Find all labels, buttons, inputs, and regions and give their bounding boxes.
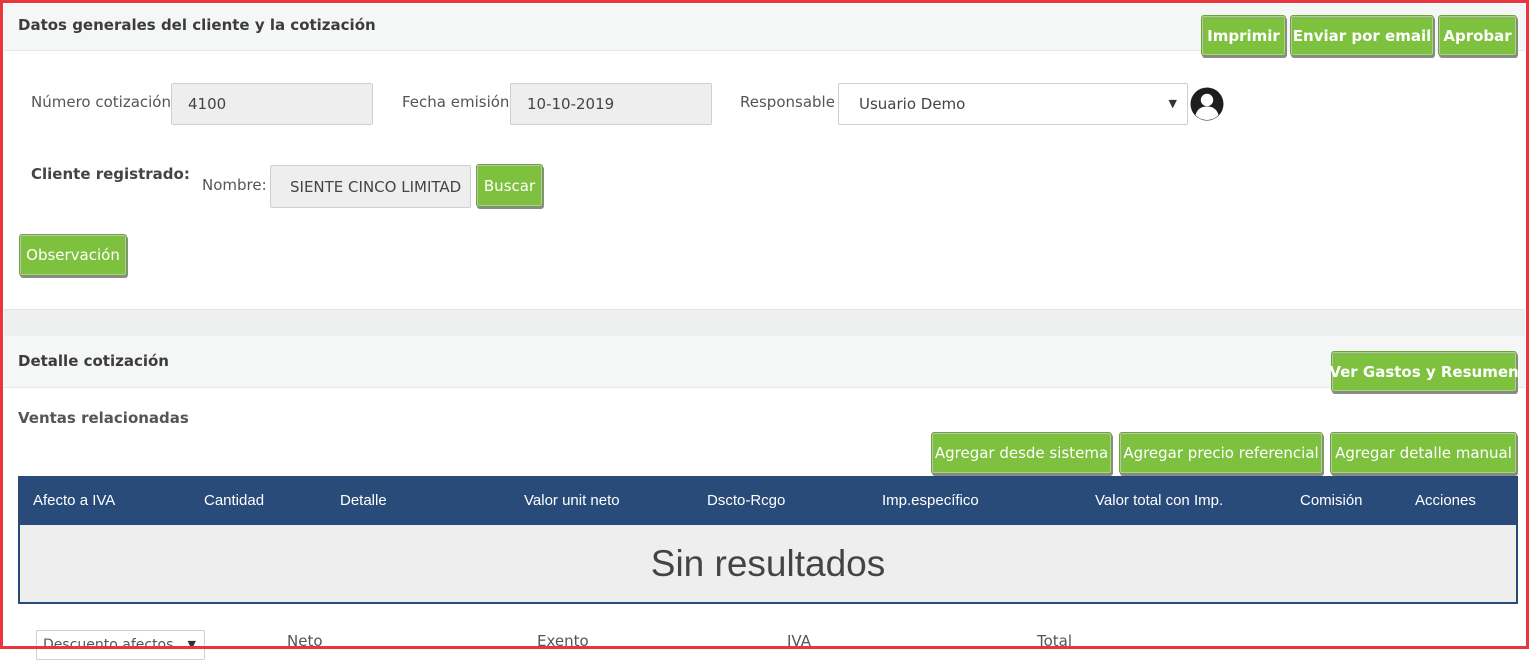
column-header: Valor total con Imp. (1095, 492, 1224, 509)
responsible-select-value: Usuario Demo (859, 95, 966, 113)
add-from-system-button[interactable]: Agregar desde sistema (931, 432, 1112, 474)
column-header: Valor unit neto (524, 492, 620, 509)
quote-number-label: Número cotización (31, 93, 171, 111)
column-header: Afecto a IVA (33, 492, 116, 509)
column-header: Comisión (1300, 492, 1363, 509)
detail-table-header: Afecto a IVA Cantidad Detalle Valor unit… (18, 476, 1518, 525)
discount-select-value: Descuento afectos (43, 637, 174, 653)
issue-date-label: Fecha emisión (402, 93, 510, 111)
column-header: Acciones (1415, 492, 1476, 509)
column-header: Detalle (340, 492, 387, 509)
section-separator (4, 309, 1525, 336)
iva-label: IVA (787, 632, 811, 650)
related-sales-title: Ventas relacionadas (18, 409, 189, 427)
registered-client-label: Cliente registrado: (31, 165, 190, 183)
detail-section-header (4, 336, 1525, 388)
dropdown-caret-icon: ▼ (1168, 97, 1177, 110)
total-label: Total (1037, 632, 1073, 650)
discount-select[interactable]: Descuento afectos ▼ (36, 630, 205, 660)
detail-section-title: Detalle cotización (18, 352, 169, 370)
client-name-label: Nombre: (202, 176, 267, 194)
observation-button[interactable]: Observación (19, 234, 127, 276)
add-reference-price-button[interactable]: Agregar precio referencial (1119, 432, 1323, 474)
responsible-select[interactable]: Usuario Demo ▼ (838, 83, 1188, 125)
column-header: Cantidad (204, 492, 265, 509)
print-button[interactable]: Imprimir (1201, 15, 1286, 56)
exento-label: Exento (537, 632, 589, 650)
quote-number-field[interactable]: 4100 (171, 83, 373, 125)
search-client-button[interactable]: Buscar (476, 164, 543, 207)
responsible-label: Responsable (740, 93, 835, 111)
issue-date-field[interactable]: 10-10-2019 (510, 83, 712, 125)
neto-label: Neto (287, 632, 323, 650)
view-expenses-button[interactable]: Ver Gastos y Resumen (1329, 351, 1519, 392)
add-manual-detail-button[interactable]: Agregar detalle manual (1330, 432, 1517, 474)
send-email-button[interactable]: Enviar por email (1290, 15, 1434, 56)
approve-button[interactable]: Aprobar (1438, 15, 1517, 56)
column-header: Imp.específico (882, 492, 979, 509)
general-section-title: Datos generales del cliente y la cotizac… (18, 16, 376, 34)
detail-table-body: Sin resultados (18, 525, 1518, 604)
empty-results-text: Sin resultados (650, 542, 886, 584)
column-header: Dscto-Rcgo (707, 492, 786, 509)
dropdown-caret-icon: ▼ (187, 638, 196, 651)
client-name-field[interactable]: SIENTE CINCO LIMITAD (270, 165, 471, 208)
user-avatar-icon[interactable] (1190, 87, 1224, 121)
